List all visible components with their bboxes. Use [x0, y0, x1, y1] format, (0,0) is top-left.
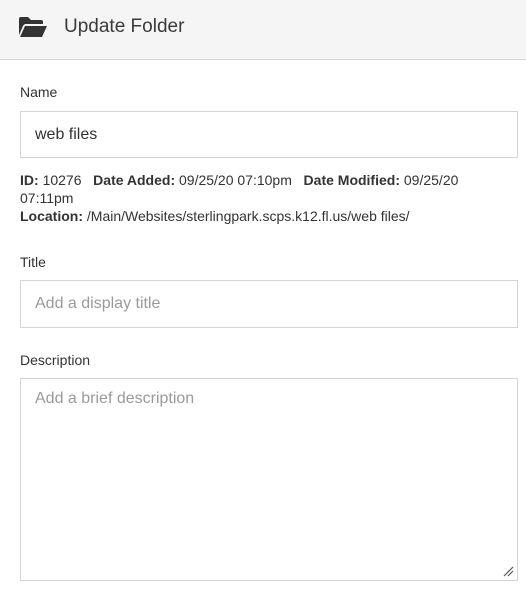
title-label: Title	[20, 254, 46, 270]
title-input[interactable]	[20, 280, 518, 328]
folder-open-icon	[19, 17, 47, 37]
dialog-title: Update Folder	[64, 16, 185, 37]
id-label: ID:	[20, 172, 39, 188]
name-label: Name	[20, 84, 58, 100]
description-textarea[interactable]	[20, 378, 518, 581]
dialog-header: Update Folder	[0, 0, 526, 60]
date-added-value: 09/25/20 07:10pm	[179, 172, 292, 188]
resize-handle-icon[interactable]	[503, 566, 514, 577]
description-label: Description	[20, 352, 91, 368]
id-value: 10276	[42, 172, 82, 188]
name-input[interactable]	[20, 111, 518, 158]
date-modified-label: Date Modified:	[303, 172, 400, 188]
date-added-label: Date Added:	[93, 172, 176, 188]
location-label: Location:	[20, 208, 83, 224]
location-value: /Main/Websites/sterlingpark.scps.k12.fl.…	[86, 208, 410, 224]
folder-metadata: ID: 10276 Date Added: 09/25/20 07:10pm D…	[20, 171, 490, 225]
